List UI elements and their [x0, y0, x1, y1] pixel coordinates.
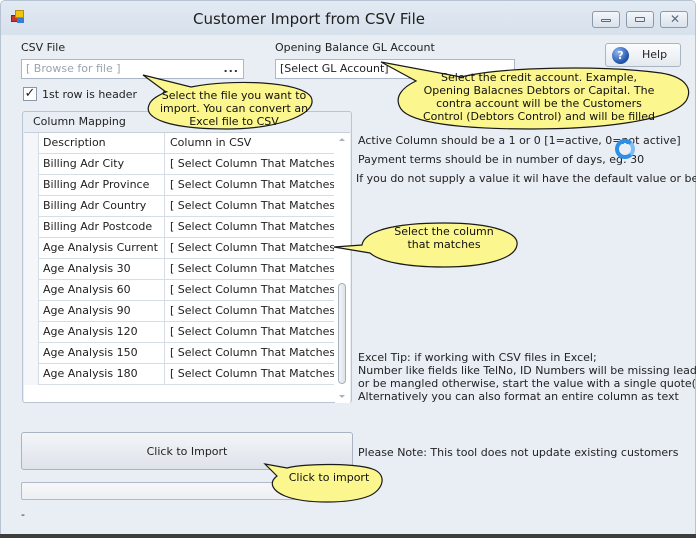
- minimize-icon: [601, 19, 611, 22]
- table-row[interactable]: Age Analysis 60[ Select Column That Matc…: [24, 280, 334, 301]
- close-icon: ✕: [669, 12, 681, 26]
- file-callout-line: Excel file to CSV: [189, 115, 279, 128]
- table-row[interactable]: Age Analysis Current[ Select Column That…: [24, 238, 334, 259]
- excel-tip-line-2: Number like fields like TelNo, ID Number…: [358, 364, 696, 377]
- row-header[interactable]: [24, 196, 39, 217]
- table-row[interactable]: Age Analysis 90[ Select Column That Matc…: [24, 301, 334, 322]
- column-header-csv[interactable]: Column in CSV: [166, 133, 334, 154]
- table-row[interactable]: Billing Adr Province[ Select Column That…: [24, 175, 334, 196]
- scroll-up-icon[interactable]: [339, 138, 345, 141]
- csv-column-select[interactable]: [ Select Column That Matches ]: [166, 217, 334, 238]
- header-row-label: 1st row is header: [42, 88, 138, 101]
- file-callout: Select the file you want to import. You …: [141, 74, 316, 133]
- account-callout-line: contra account will be the Customers: [436, 97, 642, 110]
- row-header[interactable]: [24, 280, 39, 301]
- title-bar[interactable]: Customer Import from CSV File ✕: [1, 1, 695, 35]
- row-header[interactable]: [24, 238, 39, 259]
- account-callout-line: Select the credit account. Example,: [441, 71, 637, 84]
- table-row[interactable]: Age Analysis 180[ Select Column That Mat…: [24, 364, 334, 385]
- row-header[interactable]: [24, 343, 39, 364]
- csv-file-placeholder: [ Browse for file ]: [26, 62, 121, 75]
- maximize-button[interactable]: [626, 11, 654, 28]
- row-header[interactable]: [24, 154, 39, 175]
- row-header[interactable]: [24, 217, 39, 238]
- excel-tip-line-3: or be mangled otherwise, start the value…: [358, 377, 696, 390]
- gl-account-value: [Select GL Account]: [280, 62, 389, 75]
- row-header[interactable]: [24, 301, 39, 322]
- account-callout-line: Control (Debtors Control) and will be fi…: [422, 110, 655, 123]
- description-cell: Age Analysis 180: [40, 364, 165, 385]
- scroll-down-icon[interactable]: [339, 395, 345, 398]
- payment-terms-info: Payment terms should be in number of day…: [358, 153, 645, 166]
- excel-tip-line-4: Alternatively you can also format an ent…: [358, 390, 679, 403]
- file-callout-text: Select the file you want to import. You …: [159, 89, 309, 128]
- excel-tip-line-1: Excel Tip: if working with CSV files in …: [358, 351, 597, 364]
- account-callout: Select the credit account. Example, Open…: [380, 59, 696, 131]
- description-cell: Age Analysis 90: [40, 301, 165, 322]
- csv-column-select[interactable]: [ Select Column That Matches ]: [166, 259, 334, 280]
- window-bottom-edge: [0, 534, 696, 538]
- column-callout-line: that matches: [407, 238, 481, 251]
- window-title: Customer Import from CSV File: [193, 10, 425, 28]
- csv-column-select[interactable]: [ Select Column That Matches ]: [166, 238, 334, 259]
- column-mapping-group: Column Mapping Description Column in CSV…: [22, 111, 352, 403]
- import-button-label: Click to Import: [146, 445, 228, 458]
- description-cell: Age Analysis 60: [40, 280, 165, 301]
- table-row[interactable]: Billing Adr Postcode[ Select Column That…: [24, 217, 334, 238]
- row-header: [24, 133, 39, 154]
- row-header[interactable]: [24, 322, 39, 343]
- row-header[interactable]: [24, 175, 39, 196]
- csv-column-select[interactable]: [ Select Column That Matches ]: [166, 280, 334, 301]
- csv-column-select[interactable]: [ Select Column That Matches ]: [166, 175, 334, 196]
- default-value-info: If you do not supply a value it wil have…: [356, 172, 696, 185]
- import-callout-text: Click to import: [279, 471, 379, 484]
- csv-column-select[interactable]: [ Select Column That Matches ]: [166, 196, 334, 217]
- minimize-button[interactable]: [592, 11, 620, 28]
- table-row[interactable]: Age Analysis 30[ Select Column That Matc…: [24, 259, 334, 280]
- scroll-thumb[interactable]: [338, 283, 346, 384]
- file-callout-line: Select the file you want to: [161, 89, 307, 102]
- row-header[interactable]: [24, 364, 39, 385]
- description-cell: Billing Adr City: [40, 154, 165, 175]
- gl-account-label: Opening Balance GL Account: [275, 41, 435, 54]
- file-callout-line: import. You can convert an: [159, 102, 309, 115]
- account-callout-text: Select the credit account. Example, Open…: [419, 71, 659, 123]
- csv-column-select[interactable]: [ Select Column That Matches ]: [166, 343, 334, 364]
- description-cell: Age Analysis 120: [40, 322, 165, 343]
- column-callout-line: Select the column: [394, 225, 494, 238]
- description-cell: Age Analysis 150: [40, 343, 165, 364]
- loading-spinner-icon: [615, 139, 635, 159]
- table-row[interactable]: Age Analysis 120[ Select Column That Mat…: [24, 322, 334, 343]
- description-cell: Billing Adr Postcode: [40, 217, 165, 238]
- table-row[interactable]: Billing Adr Country[ Select Column That …: [24, 196, 334, 217]
- csv-file-label: CSV File: [21, 41, 66, 54]
- csv-column-select[interactable]: [ Select Column That Matches ]: [166, 154, 334, 175]
- table-row[interactable]: Age Analysis 150[ Select Column That Mat…: [24, 343, 334, 364]
- maximize-icon: [635, 17, 645, 22]
- column-header-description[interactable]: Description: [40, 133, 165, 154]
- update-note: Please Note: This tool does not update e…: [358, 446, 679, 459]
- row-header[interactable]: [24, 259, 39, 280]
- header-row-checkbox[interactable]: ✓: [23, 87, 37, 101]
- description-cell: Billing Adr Country: [40, 196, 165, 217]
- table-row[interactable]: Billing Adr City[ Select Column That Mat…: [24, 154, 334, 175]
- grid-header-row: Description Column in CSV: [24, 133, 334, 154]
- column-callout: Select the column that matches: [333, 219, 524, 269]
- description-cell: Age Analysis Current: [40, 238, 165, 259]
- import-callout: Click to import: [263, 462, 387, 504]
- close-button[interactable]: ✕: [660, 11, 688, 28]
- description-cell: Billing Adr Province: [40, 175, 165, 196]
- column-mapping-grid: Description Column in CSV Billing Adr Ci…: [24, 132, 350, 403]
- status-text: -: [21, 508, 25, 521]
- import-window: Customer Import from CSV File ✕ CSV File…: [0, 0, 696, 536]
- column-mapping-title: Column Mapping: [33, 115, 126, 128]
- csv-column-select[interactable]: [ Select Column That Matches ]: [166, 364, 334, 385]
- import-callout-line: Click to import: [288, 471, 370, 484]
- description-cell: Age Analysis 30: [40, 259, 165, 280]
- account-callout-line: Opening Balacnes Debtors or Capital. The: [423, 84, 655, 97]
- csv-column-select[interactable]: [ Select Column That Matches ]: [166, 322, 334, 343]
- csv-column-select[interactable]: [ Select Column That Matches ]: [166, 301, 334, 322]
- column-callout-text: Select the column that matches: [374, 225, 514, 251]
